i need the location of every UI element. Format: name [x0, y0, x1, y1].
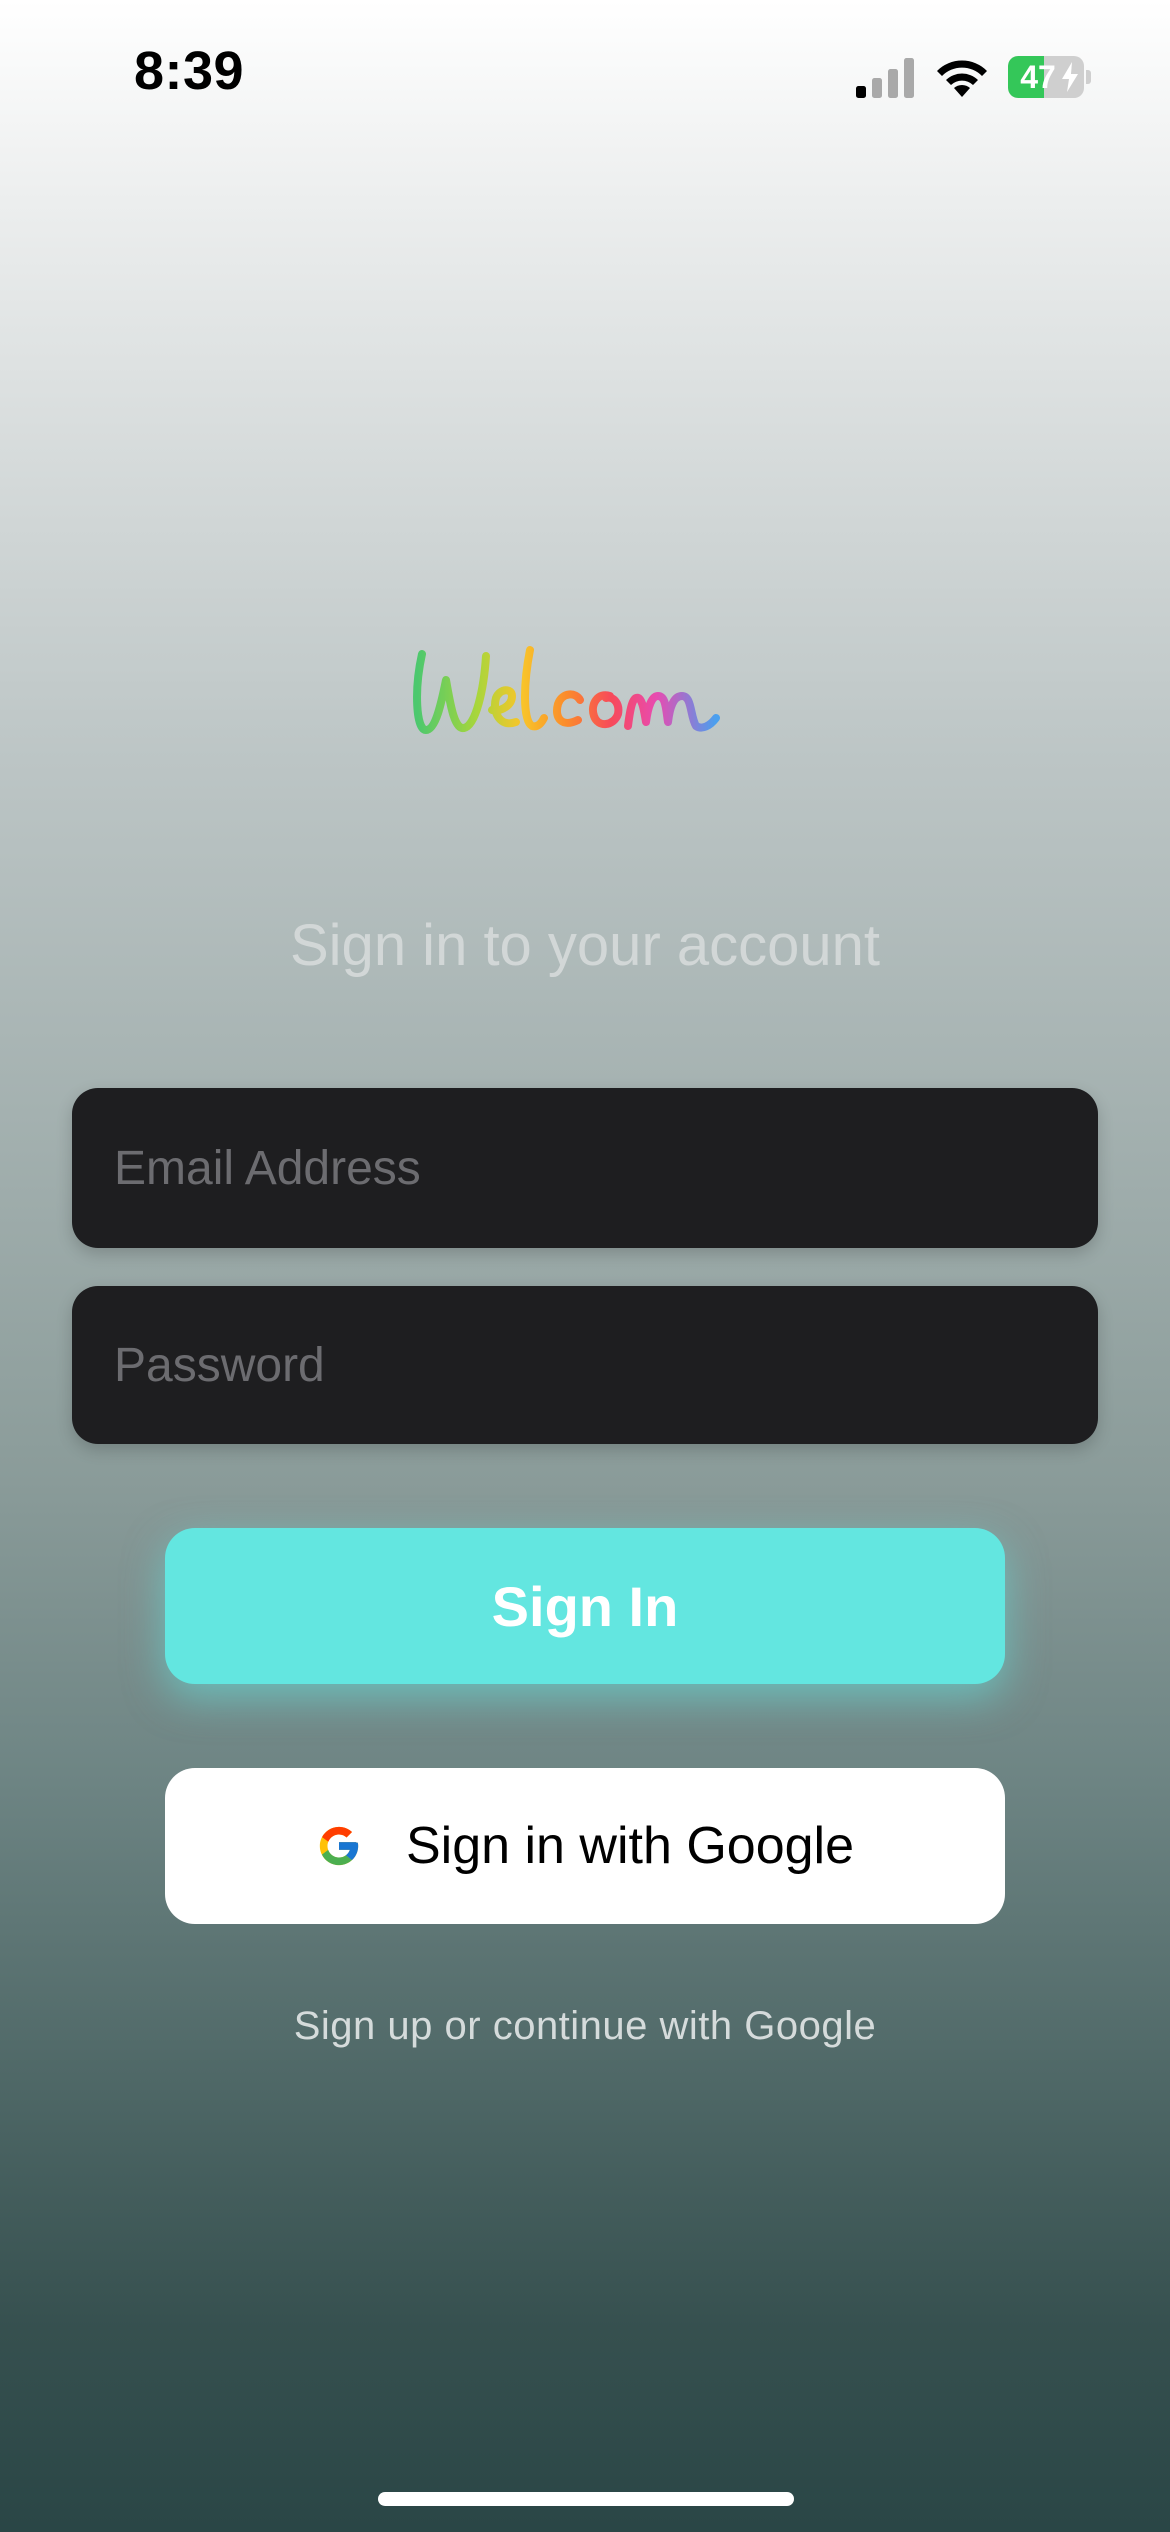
wifi-icon: [937, 60, 987, 97]
sign-in-button[interactable]: Sign In: [165, 1528, 1005, 1684]
battery-icon: 47: [1008, 56, 1091, 98]
sign-in-with-google-label: Sign in with Google: [405, 1817, 855, 1875]
password-field[interactable]: [114, 1286, 1098, 1444]
sign-in-with-google-button[interactable]: Sign in with Google: [165, 1768, 1005, 1924]
google-g-icon: [319, 1826, 359, 1866]
sign-in-button-label: Sign In: [491, 1574, 679, 1638]
signup-hint-text: Sign up or continue with Google: [293, 2004, 877, 2048]
cellular-signal-icon: [856, 58, 914, 98]
welcome-logo: [413, 646, 720, 734]
password-field-container[interactable]: [72, 1286, 1098, 1444]
charging-bolt-icon: [1062, 62, 1078, 92]
status-bar-time: 8:39: [134, 41, 245, 101]
email-field-container[interactable]: [72, 1088, 1098, 1248]
email-field[interactable]: [114, 1088, 1098, 1248]
signin-subtitle: Sign in to your account: [289, 913, 881, 978]
battery-level: 47: [1020, 59, 1056, 95]
home-indicator[interactable]: [378, 2492, 794, 2506]
